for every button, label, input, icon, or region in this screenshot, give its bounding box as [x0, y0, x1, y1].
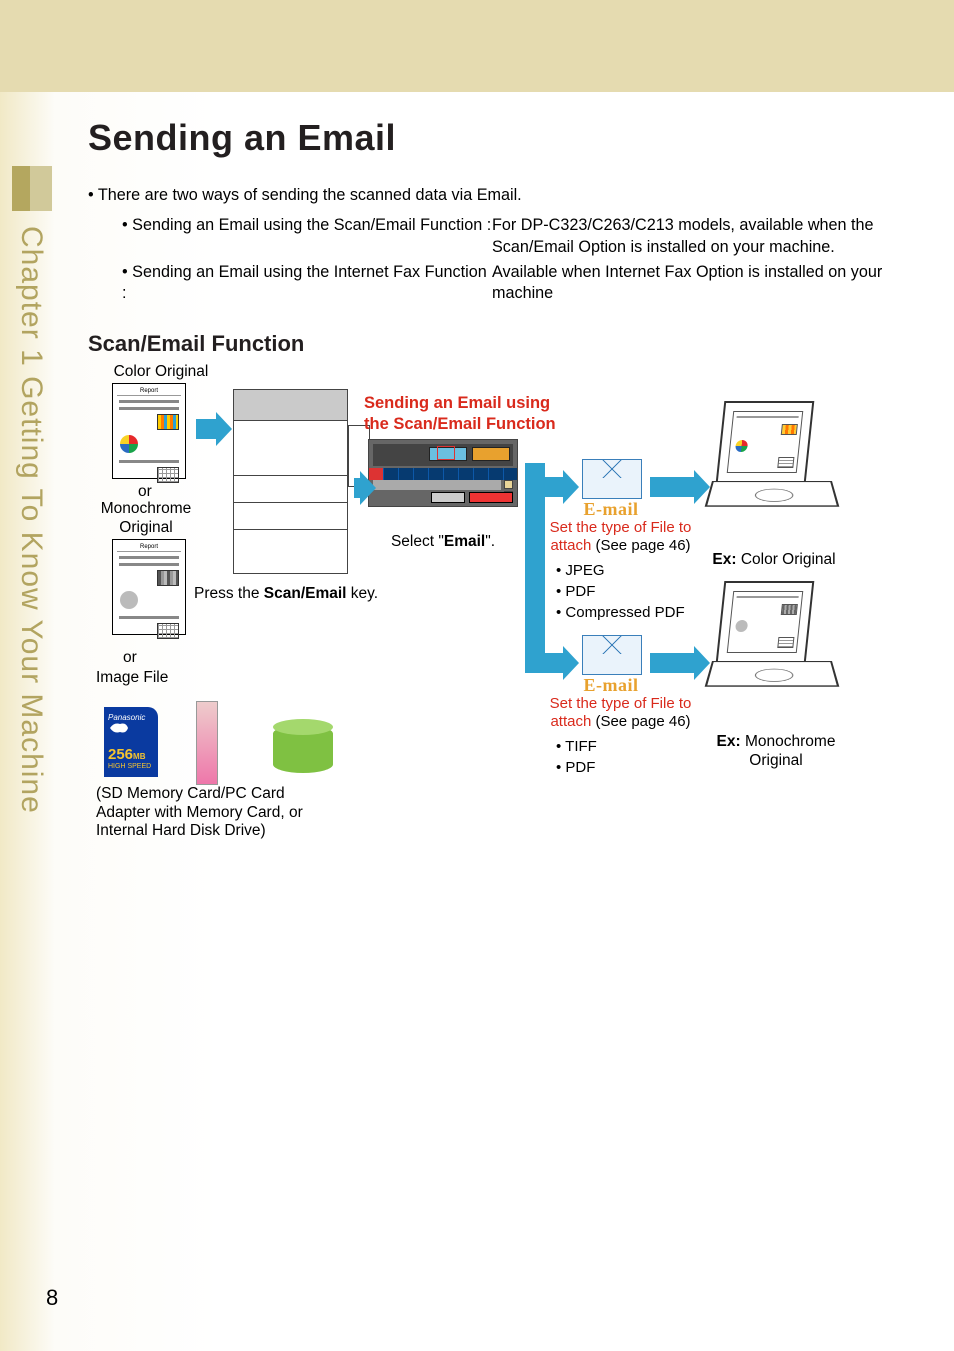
- doc-mono-original-icon: Report: [112, 539, 186, 635]
- top-band: [0, 0, 954, 92]
- diagram: Color Original Report or Monochrome Orig…: [88, 363, 908, 883]
- intro-item-1: • Sending an Email using the Scan/Email …: [122, 215, 928, 259]
- sd-card-icon: Panasonic 256MB HIGH SPEED: [104, 707, 158, 777]
- intro-lead: • There are two ways of sending the scan…: [88, 185, 928, 207]
- doc-color-original-icon: Report: [112, 383, 186, 479]
- ex-mono-label: Ex: Monochrome Original: [711, 733, 841, 770]
- chapter-tab-label: Chapter 1 Getting To Know Your Machine: [14, 226, 48, 814]
- intro-item-2: • Sending an Email using the Internet Fa…: [122, 262, 928, 306]
- label-image-file: Image File: [96, 669, 168, 688]
- envelope-icon: [582, 459, 642, 499]
- chapter-tab: Chapter 1 Getting To Know Your Machine: [12, 166, 52, 946]
- callout-title: Sending an Email using the Scan/Email Fu…: [364, 393, 564, 434]
- arrow-icon: [196, 419, 216, 439]
- storage-note: (SD Memory Card/PC Card Adapter with Mem…: [96, 785, 326, 841]
- attach-block-2: Set the type of File to attach (See page…: [528, 695, 713, 778]
- envelope-icon: [582, 635, 642, 675]
- touchscreen-panel-icon: [368, 439, 518, 507]
- arrow-icon: [525, 653, 563, 673]
- arrow-icon: [525, 477, 563, 497]
- ex-color-label: Ex: Color Original: [704, 551, 844, 570]
- laptop-color-icon: [712, 401, 832, 521]
- email-label-2: E-mail: [571, 675, 651, 696]
- intro-block: • There are two ways of sending the scan…: [88, 185, 928, 305]
- press-key-label: Press the Scan/Email key.: [194, 585, 394, 604]
- hard-disk-icon: [273, 725, 333, 773]
- copier-icon: [233, 389, 348, 574]
- select-email-label: Select "Email".: [378, 533, 508, 552]
- laptop-mono-icon: [712, 581, 832, 701]
- arrow-icon: [650, 653, 694, 673]
- page-body: Chapter 1 Getting To Know Your Machine S…: [0, 92, 954, 1351]
- label-mono-original: Monochrome Original: [96, 500, 196, 537]
- email-label-1: E-mail: [571, 499, 651, 520]
- arrow-icon: [650, 477, 694, 497]
- attach-block-1: Set the type of File to attach (See page…: [528, 519, 713, 623]
- section-title: Scan/Email Function: [88, 331, 928, 357]
- content-area: Sending an Email • There are two ways of…: [88, 117, 928, 883]
- pc-card-icon: [196, 701, 218, 785]
- arrow-icon: [354, 478, 360, 498]
- label-or-2: or: [123, 649, 137, 668]
- label-color-original: Color Original: [106, 363, 216, 382]
- page-title: Sending an Email: [88, 117, 928, 159]
- page-number: 8: [46, 1285, 58, 1311]
- label-or-1: or: [138, 483, 152, 502]
- tab-accent-icon: [12, 166, 52, 211]
